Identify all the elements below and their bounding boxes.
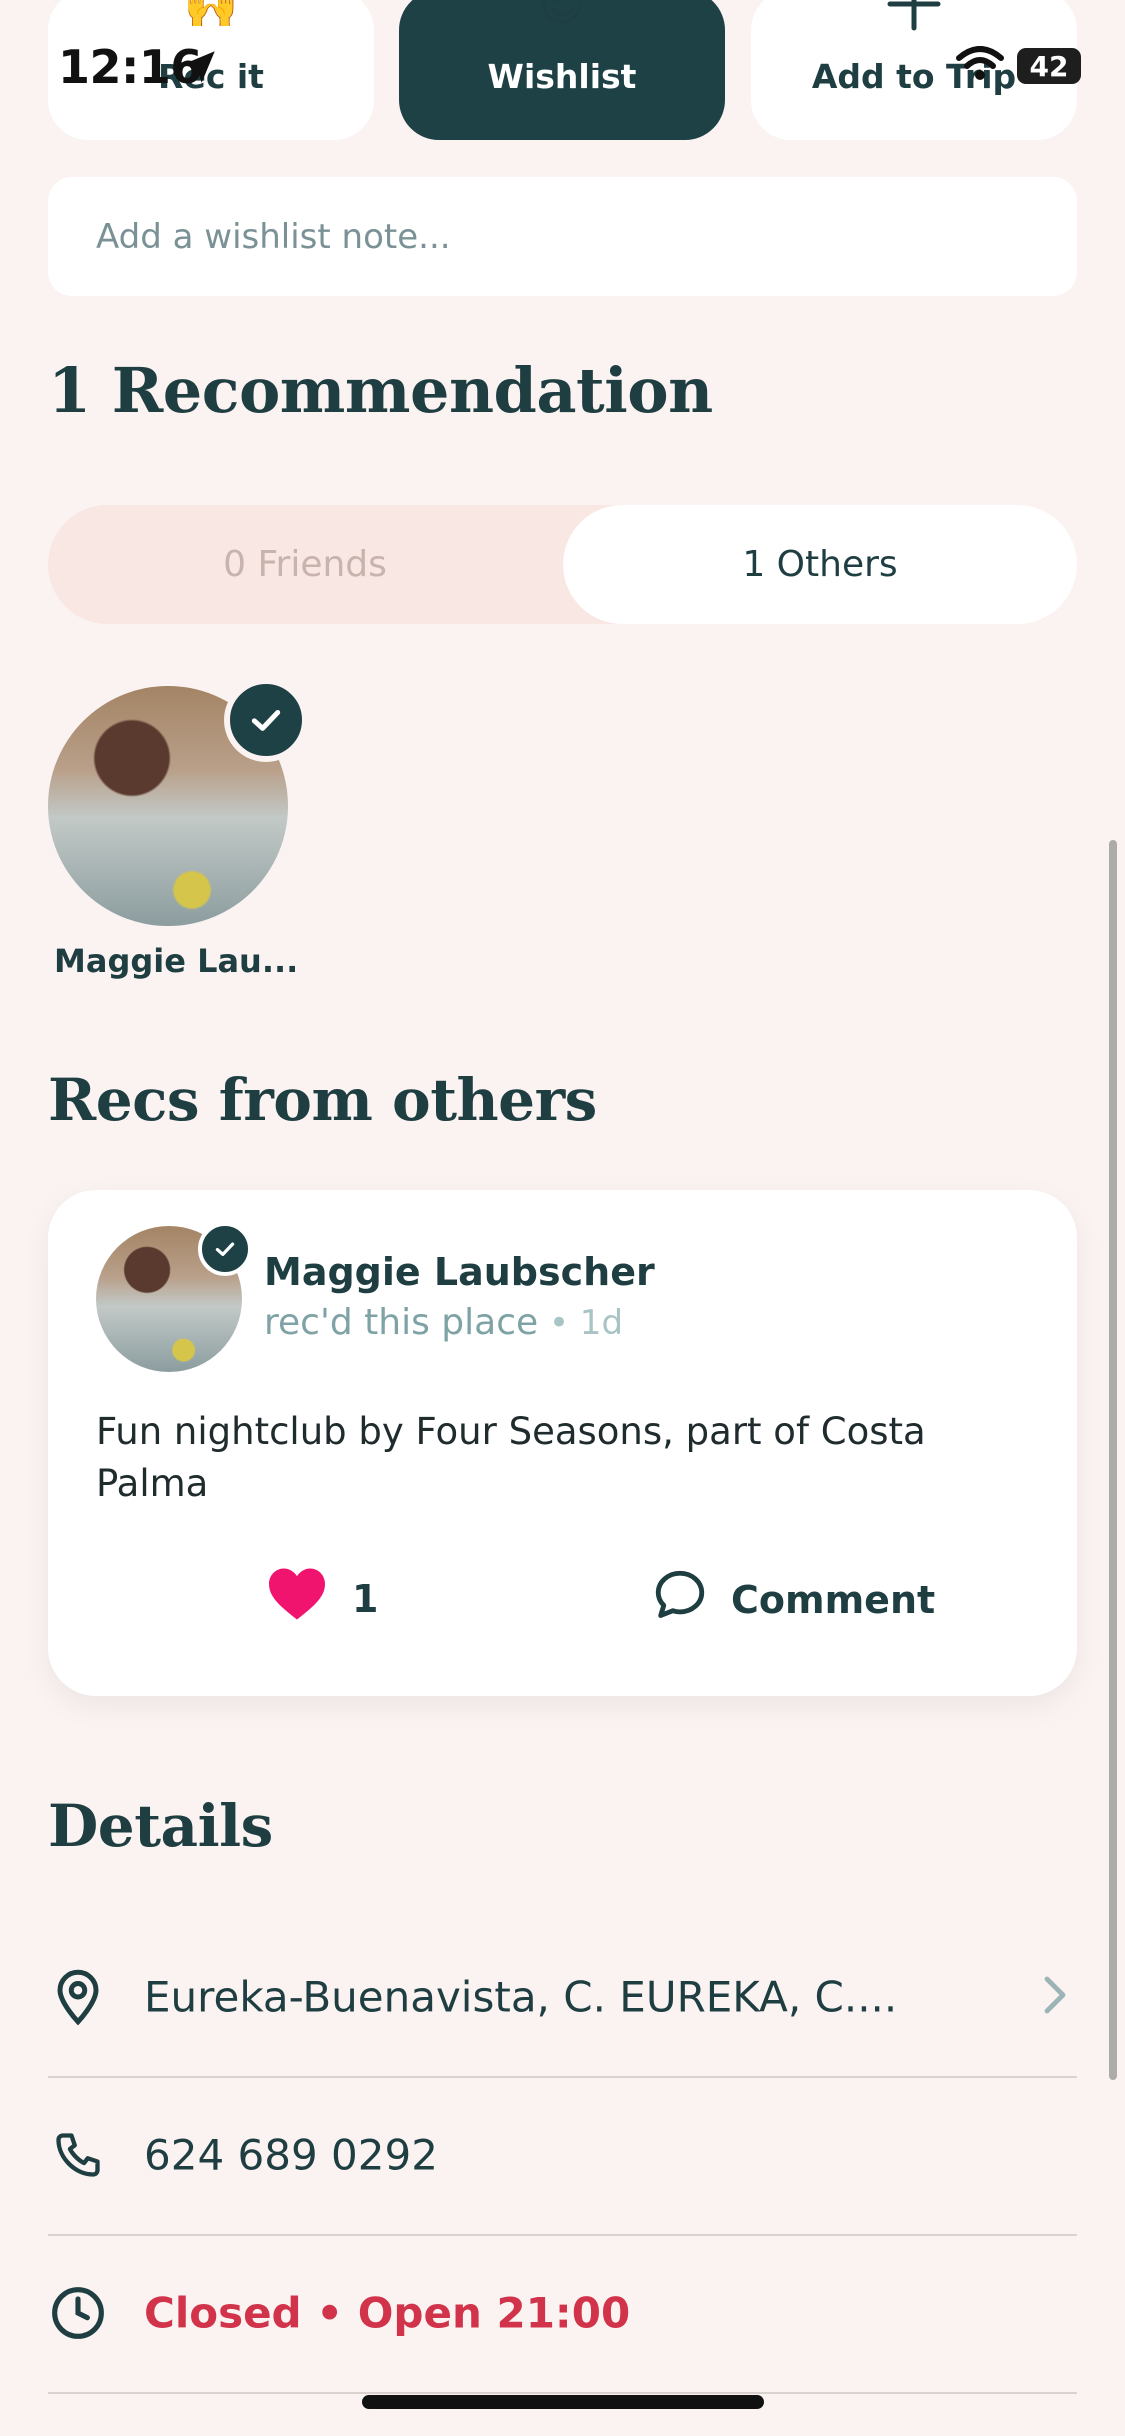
plus-icon [886, 0, 942, 40]
clock-icon [48, 2283, 108, 2343]
tab-others[interactable]: 1 Others [563, 505, 1077, 624]
raising-hands-emoji-icon: 🙌 [183, 0, 239, 31]
details-heading: Details [48, 1792, 273, 1860]
phone-icon [48, 2125, 108, 2185]
wishlist-note-input[interactable]: Add a wishlist note... [48, 177, 1077, 296]
status-indicators: 42 [955, 46, 1081, 86]
rec-text: Fun nightclub by Four Seasons, part of C… [96, 1410, 926, 1505]
hours-status: Closed • Open 21:00 [144, 2288, 631, 2338]
wifi-icon [955, 46, 1005, 86]
rec-meta: rec'd this place • 1d [264, 1302, 623, 1343]
comment-button[interactable]: Comment [651, 1566, 935, 1633]
home-indicator [362, 2395, 764, 2409]
phone-text: 624 689 0292 [144, 2130, 438, 2180]
scrollbar[interactable] [1109, 840, 1117, 2080]
location-pin-icon [48, 1967, 108, 2027]
rec-card: Maggie Laubscher rec'd this place • 1d F… [48, 1190, 1077, 1696]
verified-badge-icon [224, 678, 308, 762]
verified-badge-icon [198, 1222, 252, 1276]
recommender-avatar-button[interactable] [48, 678, 308, 926]
phone-row[interactable]: 624 689 0292 [48, 2076, 1077, 2236]
comment-bubble-icon [651, 1566, 709, 1633]
recommender-name: Maggie Lau... [54, 942, 299, 980]
author-avatar-button[interactable] [96, 1222, 252, 1372]
hours-row[interactable]: Closed • Open 21:00 [48, 2234, 1077, 2394]
heart-icon [266, 1566, 328, 1631]
like-count: 1 [352, 1576, 379, 1621]
address-row[interactable]: Eureka-Buenavista, C. EUREKA, C.... [48, 1918, 1077, 2078]
recommendation-heading: 1 Recommendation [48, 354, 713, 427]
wishlist-button[interactable]: 😍 Wishlist [399, 0, 725, 140]
chevron-right-icon [1043, 1975, 1067, 2019]
comment-label: Comment [731, 1577, 936, 1622]
heart-eyes-emoji-icon: 😍 [539, 0, 585, 31]
like-button[interactable]: 1 [266, 1566, 378, 1631]
wishlist-label: Wishlist [487, 57, 637, 96]
recs-from-others-heading: Recs from others [48, 1066, 597, 1134]
location-arrow-icon [178, 46, 220, 92]
battery-indicator: 42 [1017, 48, 1081, 84]
author-name[interactable]: Maggie Laubscher [264, 1250, 655, 1294]
rec-action: rec'd this place [264, 1302, 539, 1343]
recommendation-filter: 0 Friends 1 Others [48, 505, 1077, 624]
address-text: Eureka-Buenavista, C. EUREKA, C.... [144, 1972, 898, 2022]
tab-friends[interactable]: 0 Friends [48, 505, 562, 624]
rec-time: • 1d [538, 1303, 624, 1343]
